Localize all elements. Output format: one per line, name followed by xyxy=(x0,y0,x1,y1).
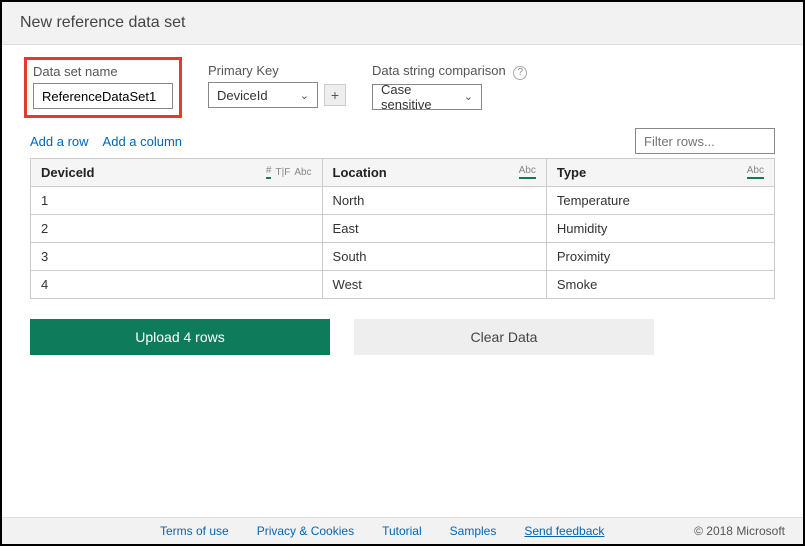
table-row[interactable]: 1 North Temperature xyxy=(31,187,775,215)
copyright: © 2018 Microsoft xyxy=(694,524,785,538)
cell[interactable]: Humidity xyxy=(546,215,774,243)
table-row[interactable]: 4 West Smoke xyxy=(31,271,775,299)
privacy-link[interactable]: Privacy & Cookies xyxy=(257,524,354,538)
col-header-location[interactable]: Location Abc xyxy=(322,159,546,187)
cell[interactable]: South xyxy=(322,243,546,271)
dataset-name-highlight: Data set name xyxy=(24,57,182,118)
footer: Terms of use Privacy & Cookies Tutorial … xyxy=(2,517,803,544)
string-comparison-value: Case sensitive xyxy=(381,82,464,112)
cell[interactable]: 4 xyxy=(31,271,323,299)
string-comparison-group: Data string comparison ? Case sensitive … xyxy=(372,63,527,110)
page-title: New reference data set xyxy=(2,2,803,45)
cell[interactable]: East xyxy=(322,215,546,243)
table-row[interactable]: 3 South Proximity xyxy=(31,243,775,271)
add-row-link[interactable]: Add a row xyxy=(30,134,89,149)
string-comparison-select[interactable]: Case sensitive ⌄ xyxy=(372,84,482,110)
col-type-hint: Abc xyxy=(747,165,764,179)
col-header-type[interactable]: Type Abc xyxy=(546,159,774,187)
table-row[interactable]: 2 East Humidity xyxy=(31,215,775,243)
cell[interactable]: Smoke xyxy=(546,271,774,299)
terms-link[interactable]: Terms of use xyxy=(160,524,229,538)
help-icon[interactable]: ? xyxy=(513,66,527,80)
clear-data-button[interactable]: Clear Data xyxy=(354,319,654,355)
add-column-link[interactable]: Add a column xyxy=(103,134,183,149)
cell[interactable]: North xyxy=(322,187,546,215)
samples-link[interactable]: Samples xyxy=(450,524,497,538)
tutorial-link[interactable]: Tutorial xyxy=(382,524,422,538)
button-row: Upload 4 rows Clear Data xyxy=(30,319,775,355)
col-header-deviceid[interactable]: DeviceId # T|F Abc xyxy=(31,159,323,187)
primary-key-group: Primary Key DeviceId ⌄ + xyxy=(208,63,346,108)
config-row: Data set name Primary Key DeviceId ⌄ + D… xyxy=(30,63,775,118)
primary-key-wrap: DeviceId ⌄ + xyxy=(208,82,346,108)
string-comparison-label: Data string comparison ? xyxy=(372,63,527,80)
cell[interactable]: Proximity xyxy=(546,243,774,271)
col-type-hint: # T|F Abc xyxy=(266,165,312,179)
col-type-hint: Abc xyxy=(519,165,536,179)
main-content: Data set name Primary Key DeviceId ⌄ + D… xyxy=(2,45,803,355)
data-table: DeviceId # T|F Abc Location Abc Type xyxy=(30,158,775,299)
dataset-name-input[interactable] xyxy=(33,83,173,109)
add-primary-key-button[interactable]: + xyxy=(324,84,346,106)
cell[interactable]: 2 xyxy=(31,215,323,243)
cell[interactable]: West xyxy=(322,271,546,299)
table-header-row: DeviceId # T|F Abc Location Abc Type xyxy=(31,159,775,187)
dataset-name-label: Data set name xyxy=(33,64,173,79)
cell[interactable]: Temperature xyxy=(546,187,774,215)
primary-key-value: DeviceId xyxy=(217,88,268,103)
primary-key-label: Primary Key xyxy=(208,63,346,78)
cell[interactable]: 3 xyxy=(31,243,323,271)
table-actions: Add a row Add a column xyxy=(30,128,775,154)
upload-button[interactable]: Upload 4 rows xyxy=(30,319,330,355)
footer-links: Terms of use Privacy & Cookies Tutorial … xyxy=(160,524,604,538)
chevron-down-icon: ⌄ xyxy=(300,89,309,102)
chevron-down-icon: ⌄ xyxy=(464,90,473,103)
primary-key-select[interactable]: DeviceId ⌄ xyxy=(208,82,318,108)
dataset-name-group: Data set name xyxy=(33,64,173,109)
filter-rows-input[interactable] xyxy=(635,128,775,154)
feedback-link[interactable]: Send feedback xyxy=(524,524,604,538)
link-actions: Add a row Add a column xyxy=(30,134,182,149)
cell[interactable]: 1 xyxy=(31,187,323,215)
